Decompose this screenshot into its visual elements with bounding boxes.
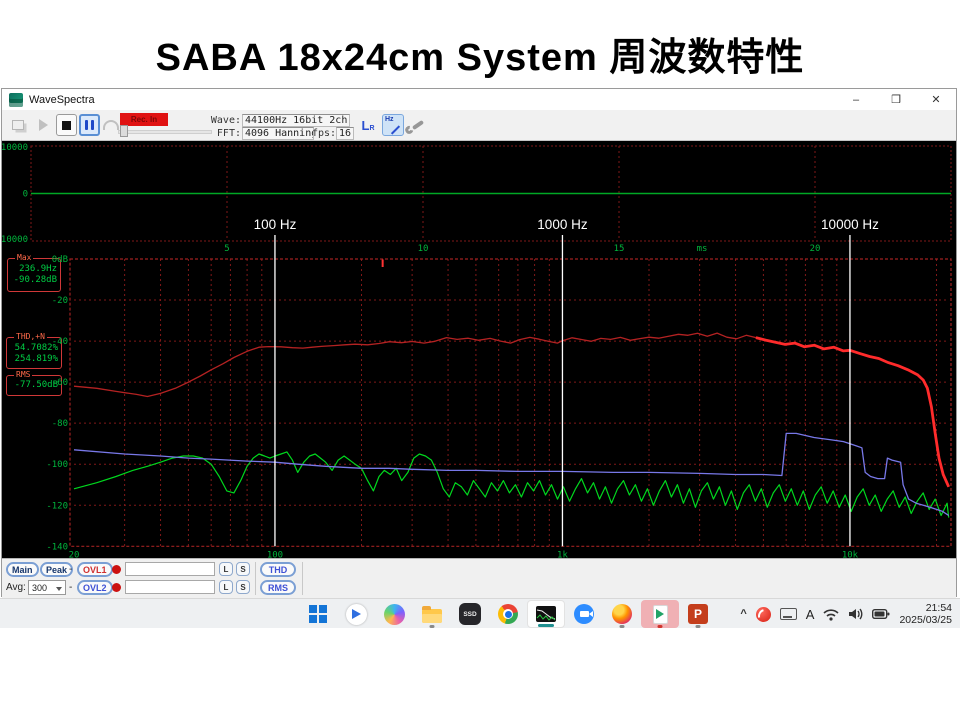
taskbar-copilot[interactable] xyxy=(375,600,413,628)
wave-label: Wave: xyxy=(207,115,241,126)
ovl1-record-dot[interactable] xyxy=(112,565,121,574)
windows-logo-icon xyxy=(309,605,327,623)
thd-readout: THD,+N 54.7082% 254.819% xyxy=(6,337,62,369)
fps-label: fps: xyxy=(312,128,336,139)
ime-mode-indicator[interactable]: A xyxy=(806,607,815,622)
thd-button[interactable]: THD xyxy=(260,562,296,577)
start-button[interactable] xyxy=(299,600,337,628)
ovl1-s-button[interactable]: S xyxy=(236,562,250,576)
rms-button[interactable]: RMS xyxy=(260,580,296,595)
close-button[interactable]: ✕ xyxy=(916,89,956,110)
pause-icon xyxy=(85,120,88,130)
taskbar-wavespectra[interactable] xyxy=(527,600,565,628)
ovl2-s-button[interactable]: S xyxy=(236,580,250,594)
dash-1: - xyxy=(69,564,72,575)
play-button[interactable] xyxy=(33,114,54,136)
powerpoint-icon: P xyxy=(688,604,708,624)
chevron-down-icon xyxy=(56,587,62,591)
wavespectra-window: WaveSpectra – ❒ ✕ Rec. In Wave: 44100Hz … xyxy=(1,88,957,597)
taskbar-export-app[interactable] xyxy=(641,600,679,628)
pause-button[interactable] xyxy=(79,114,100,136)
thd-readout-title: THD,+N xyxy=(14,332,47,342)
wave-format-value: 44100Hz 16bit 2ch xyxy=(242,114,350,127)
fft-value: 4096 Hanning xyxy=(242,127,314,140)
pen-icon xyxy=(391,125,400,134)
stop-icon xyxy=(62,121,71,130)
slide-background xyxy=(0,628,960,720)
max-readout: Max 236.9Hz -90.28dB xyxy=(7,258,61,292)
position-slider-thumb[interactable] xyxy=(120,125,128,137)
clock-time: 21:54 xyxy=(899,602,952,614)
wifi-icon[interactable] xyxy=(823,607,839,621)
zoom-icon xyxy=(574,604,594,624)
ovl1-l-button[interactable]: L xyxy=(219,562,233,576)
loop-icon xyxy=(103,120,119,130)
ovl1-button[interactable]: OVL1 xyxy=(77,562,113,577)
settings-button[interactable] xyxy=(408,114,428,136)
dash-2: - xyxy=(69,582,72,593)
thd-value-2: 254.819% xyxy=(7,354,61,365)
position-slider[interactable] xyxy=(118,130,212,134)
ovl1-file-input[interactable] xyxy=(125,562,215,576)
tray-overflow-chevron[interactable]: ^ xyxy=(740,608,746,620)
fft-label: FFT: xyxy=(211,128,241,139)
analyzer-display xyxy=(2,141,956,558)
copy-window-icon xyxy=(12,120,24,130)
ssd-icon: SSD xyxy=(459,603,481,625)
window-titlebar[interactable]: WaveSpectra – ❒ ✕ xyxy=(2,89,956,110)
hz-db-toggle-button[interactable]: Hz xyxy=(382,114,404,136)
copilot-icon xyxy=(384,604,405,625)
ovl2-l-button[interactable]: L xyxy=(219,580,233,594)
firefox-icon xyxy=(612,604,632,624)
speaker-icon[interactable] xyxy=(848,607,863,621)
rms-readout: RMS -77.50dB xyxy=(6,375,62,396)
taskbar-zoom[interactable] xyxy=(565,600,603,628)
chrome-icon xyxy=(498,604,518,624)
avg-dropdown[interactable]: 300 xyxy=(28,580,66,595)
copy-window-button[interactable] xyxy=(7,114,29,136)
taskbar-clock[interactable]: 21:54 2025/03/25 xyxy=(899,602,952,626)
taskbar-share-app[interactable] xyxy=(337,600,375,628)
taskbar-chrome[interactable] xyxy=(489,600,527,628)
avg-label: Avg: xyxy=(6,582,26,593)
play-icon xyxy=(39,119,48,131)
taskbar-firefox[interactable] xyxy=(603,600,641,628)
stop-button[interactable] xyxy=(56,114,77,136)
window-title: WaveSpectra xyxy=(29,94,95,106)
taskbar-powerpoint[interactable]: P xyxy=(679,600,717,628)
main-button[interactable]: Main xyxy=(6,562,39,577)
ovl2-record-dot[interactable] xyxy=(112,583,121,592)
share-icon xyxy=(346,604,367,625)
clock-date: 2025/03/25 xyxy=(899,614,952,626)
maximize-button[interactable]: ❒ xyxy=(876,89,916,110)
taskbar-file-explorer[interactable] xyxy=(413,600,451,628)
rms-readout-title: RMS xyxy=(14,370,32,380)
wrench-icon xyxy=(412,120,424,130)
lr-channel-button[interactable]: LR xyxy=(358,114,378,136)
export-icon xyxy=(653,605,668,624)
windows-taskbar: SSD P ^ A 21:54 2025/03/25 xyxy=(0,598,960,628)
page-title: SABA 18x24cm System 周波数特性 xyxy=(0,26,960,81)
antivirus-tray-icon[interactable] xyxy=(756,607,771,622)
max-readout-title: Max xyxy=(15,253,33,263)
bottom-control-bar: Main Peak - OVL1 L S THD Avg: 300 - OVL2… xyxy=(2,558,956,598)
wavespectra-icon xyxy=(536,606,556,622)
battery-icon[interactable] xyxy=(872,608,890,620)
toolbar: Rec. In Wave: 44100Hz 16bit 2ch FFT: 409… xyxy=(2,110,956,141)
ime-keyboard-icon[interactable] xyxy=(780,608,797,620)
ovl2-button[interactable]: OVL2 xyxy=(77,580,113,595)
wavespectra-app-icon xyxy=(9,93,23,107)
taskbar-ssd-app[interactable]: SSD xyxy=(451,600,489,628)
max-level-value: -90.28dB xyxy=(8,275,60,286)
folder-icon xyxy=(422,609,442,623)
ovl2-file-input[interactable] xyxy=(125,580,215,594)
fps-value: 16 xyxy=(336,127,354,140)
minimize-button[interactable]: – xyxy=(836,89,876,110)
